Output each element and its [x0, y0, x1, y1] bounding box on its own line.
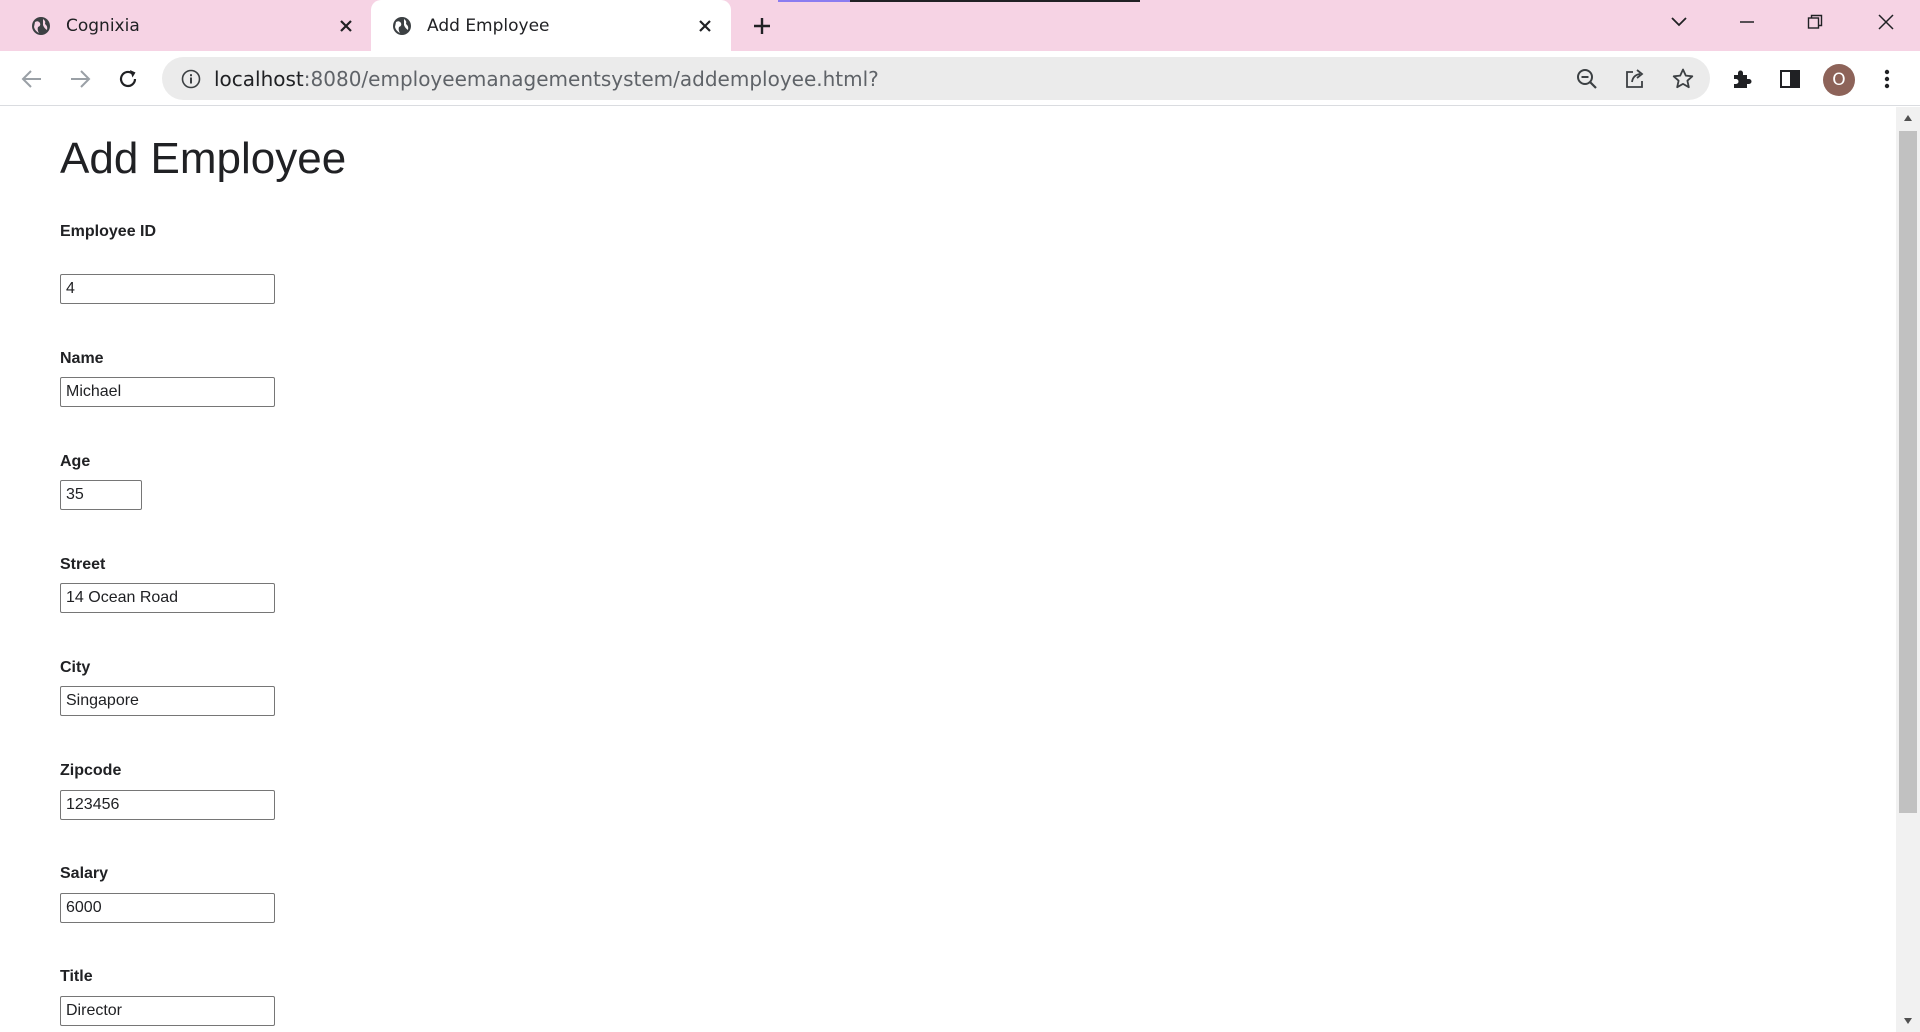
street-input[interactable]	[60, 583, 275, 613]
browser-toolbar: localhost:8080/employeemanagementsystem/…	[0, 51, 1920, 106]
globe-icon	[391, 15, 413, 37]
title-input[interactable]	[60, 996, 275, 1026]
profile-avatar[interactable]: O	[1823, 64, 1855, 96]
salary-label: Salary	[60, 865, 109, 882]
close-tab-icon[interactable]	[693, 14, 717, 38]
bookmark-star-icon[interactable]	[1670, 66, 1696, 92]
zoom-out-icon[interactable]	[1574, 66, 1600, 92]
reload-icon[interactable]	[110, 61, 146, 97]
restore-icon[interactable]	[1781, 0, 1849, 44]
url-path: :8080/employeemanagementsystem/addemploy…	[303, 66, 879, 91]
name-label: Name	[60, 350, 104, 367]
employee-id-input[interactable]	[60, 274, 275, 304]
city-input[interactable]	[60, 686, 275, 716]
employee-id-label: Employee ID	[60, 223, 157, 240]
more-menu-icon[interactable]	[1874, 66, 1900, 92]
new-tab-plus-icon[interactable]	[748, 12, 776, 40]
city-label: City	[60, 659, 91, 676]
tab-title: Cognixia	[66, 15, 140, 36]
side-panel-icon[interactable]	[1777, 66, 1803, 92]
scroll-up-arrow-icon[interactable]	[1896, 107, 1920, 129]
scrollbar-thumb[interactable]	[1899, 131, 1917, 813]
zipcode-input[interactable]	[60, 790, 275, 820]
globe-icon	[30, 15, 52, 37]
forward-arrow-icon[interactable]	[62, 61, 98, 97]
url-host: localhost	[214, 66, 304, 91]
street-label: Street	[60, 556, 106, 573]
site-info-icon[interactable]	[180, 68, 202, 90]
tab-search-chevron-down-icon[interactable]	[1645, 0, 1713, 44]
age-label: Age	[60, 453, 91, 470]
minimize-icon[interactable]	[1713, 0, 1781, 44]
close-window-icon[interactable]	[1852, 0, 1920, 44]
name-input[interactable]	[60, 377, 275, 407]
scroll-down-arrow-icon[interactable]	[1896, 1010, 1920, 1032]
salary-input[interactable]	[60, 893, 275, 923]
tab-title: Add Employee	[427, 15, 550, 36]
tab-cognixia[interactable]: Cognixia	[10, 0, 372, 51]
loading-indicator	[778, 0, 1140, 2]
close-tab-icon[interactable]	[334, 14, 358, 38]
page-content: Add Employee Employee ID Name Age Street…	[0, 107, 1896, 1032]
share-icon[interactable]	[1622, 66, 1648, 92]
vertical-scrollbar[interactable]	[1896, 107, 1920, 1032]
extensions-puzzle-icon[interactable]	[1729, 66, 1755, 92]
url-text: localhost:8080/employeemanagementsystem/…	[214, 67, 879, 91]
back-arrow-icon[interactable]	[14, 61, 50, 97]
zipcode-label: Zipcode	[60, 762, 122, 779]
tab-add-employee[interactable]: Add Employee	[371, 0, 731, 51]
title-label: Title	[60, 968, 93, 985]
page-title: Add Employee	[60, 134, 347, 183]
age-input[interactable]	[60, 480, 142, 510]
tab-strip: Cognixia Add Employee	[0, 0, 1920, 51]
address-bar[interactable]: localhost:8080/employeemanagementsystem/…	[162, 57, 1710, 100]
